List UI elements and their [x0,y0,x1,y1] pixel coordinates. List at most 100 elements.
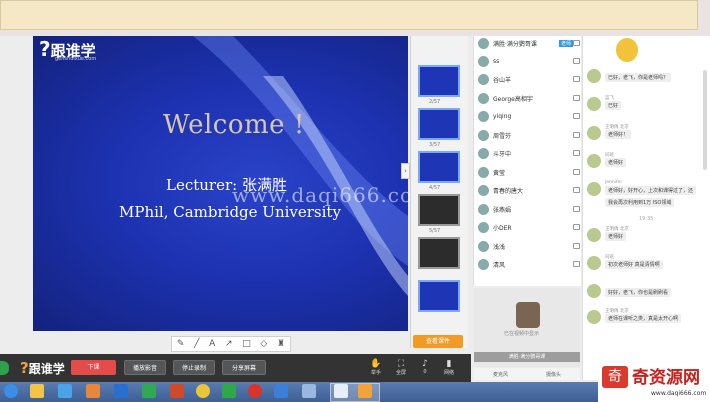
window-icon[interactable] [334,384,348,398]
chat-scrollbar[interactable] [703,70,707,170]
slide-logo-url: genshuixue.com [55,56,97,62]
participant-name: ss [493,57,500,65]
arrow-icon[interactable]: ↗ [225,339,233,349]
list-item[interactable]: 青春的唐大 [478,183,580,197]
avatar [587,310,601,324]
list-item[interactable]: 周雪芬 [478,128,580,142]
thumbnail-slide[interactable] [418,194,460,226]
chat-timestamp: 19:35 [639,216,654,222]
eraser-icon[interactable]: ◇ [260,339,267,349]
list-item[interactable]: ss [478,54,580,68]
chat-bubble: 好好，老飞，你也是刷刷看 [605,288,672,297]
participant-name: 青春的唐大 [493,187,524,195]
teacher-camera: 已在视频中显示 满胜·满分鹦哥课 [474,288,580,367]
microphone-button[interactable]: 麦克风 [493,371,508,378]
avatar [587,284,601,298]
chat-bubble: 初次老师好 真是清情啊 [605,260,663,269]
volume-button[interactable]: ♪ 0 [414,359,436,375]
participant-name: 斗牙中 [493,150,512,158]
thumbnail-page-label: 4/57 [429,185,441,191]
chat-bubble: 老师好 [605,232,627,241]
list-item[interactable]: yiqing [478,109,580,123]
participant-list: 满胜·满分鹦哥课 老师 ss 谷山羊 George高相宇 yiqing 周雪芬 斗… [473,36,581,286]
stop-recording-button[interactable]: 停止录制 [173,360,215,375]
avatar [478,203,489,215]
excel-icon[interactable] [142,384,156,398]
penguin-icon[interactable] [302,384,316,398]
participant-name: 浅浅 [493,243,506,251]
raise-hand-button[interactable]: ✋ 举手 [365,359,387,376]
avatar [587,69,601,83]
view-courseware-button[interactable]: 查看课件 [413,335,463,348]
camera-caption: 已在视频中显示 [504,331,540,337]
rectangle-icon[interactable]: □ [242,339,251,349]
text-icon[interactable]: A [209,339,215,349]
slide-title: Welcome ! [163,110,305,140]
volume-icon: ♪ [422,359,428,369]
ppt-icon[interactable] [170,384,184,398]
thumbnail-slide[interactable] [418,151,460,183]
participant-name: 张燕娟 [493,206,512,214]
participant-name: 清风 [493,261,506,269]
monitor-icon [573,206,580,212]
list-item[interactable]: George高相宇 [478,91,580,105]
avatar [478,240,489,252]
list-item[interactable]: 满胜·满分鹦哥课 老师 [478,36,580,50]
list-item[interactable]: 小DER [478,220,580,234]
avatar [478,221,489,233]
thumbnail-slide[interactable] [418,280,460,312]
thumbnail-slide[interactable] [418,65,460,97]
share-screen-button[interactable]: 分享屏幕 [222,360,266,375]
brand-url: www.daqi666.com [651,390,707,397]
monitor-icon [573,58,580,64]
app-icon[interactable] [86,384,100,398]
monitor-icon [573,76,580,82]
monitor-icon [573,132,580,138]
trash-icon[interactable]: ♜ [277,339,285,349]
thumbnail-slide[interactable] [418,108,460,140]
chrome-icon[interactable] [196,384,210,398]
chat-message: 蓝飞 已好 [587,95,705,115]
camera-name: 满胜·满分鹦哥课 [474,352,580,362]
fullscreen-button[interactable]: ⛶ 全屏 [390,359,412,376]
list-item[interactable]: 黄莹 [478,165,580,179]
pencil-icon[interactable]: ✎ [177,339,185,349]
play-media-button[interactable]: 播放影音 [124,360,166,375]
list-item[interactable]: 张燕娟 [478,202,580,216]
qq-icon[interactable] [274,384,288,398]
participant-name: 小DER [493,224,512,232]
chat-message: 同班 初次老师好 真是清情啊 [587,254,705,274]
top-banner [0,0,698,30]
wechat-icon[interactable] [222,384,236,398]
start-icon[interactable] [4,384,18,398]
list-item[interactable]: 谷山羊 [478,72,580,86]
netease-icon[interactable] [248,384,262,398]
thumbnail-page-label: 2/57 [429,99,441,105]
line-icon[interactable]: ╱ [194,339,199,349]
word-icon[interactable] [114,384,128,398]
chat-message: jennifer 老师好，好开心，上次和课得过了，还 [587,180,705,200]
avatar [587,97,601,111]
list-item[interactable]: 清风 [478,257,580,271]
chat-bubble: 我会再次利用到1万 ISO领域 [605,198,675,207]
genshuixue-icon[interactable] [358,384,372,398]
teacher-video [516,302,540,328]
monitor-icon [573,40,580,46]
avatar [478,73,489,85]
collapse-thumbnails-button[interactable]: › [401,163,410,179]
list-item[interactable]: 斗牙中 [478,146,580,160]
list-item[interactable]: 浅浅 [478,239,580,253]
chat-bubble: 老师好！ [605,130,632,139]
end-class-button[interactable]: 下课 [71,360,116,375]
chat-message: 我会再次利用到1万 ISO领域 [587,198,705,218]
annotation-toolbar: ✎ ╱ A ↗ □ ◇ ♜ [171,336,291,352]
avatar [478,258,489,270]
browser-icon[interactable] [58,384,72,398]
thumbnail-slide[interactable] [418,237,460,269]
network-button[interactable]: ▮ 网络 [438,359,460,376]
thumbnail-panel: 2/57 3/57 4/57 5/57 [410,36,468,348]
watermark: www.daqi666.com [232,183,434,207]
camera-button[interactable]: 摄像头 [546,371,561,378]
folder-icon[interactable] [30,384,44,398]
brand-seal-icon: 奇 [602,366,628,388]
